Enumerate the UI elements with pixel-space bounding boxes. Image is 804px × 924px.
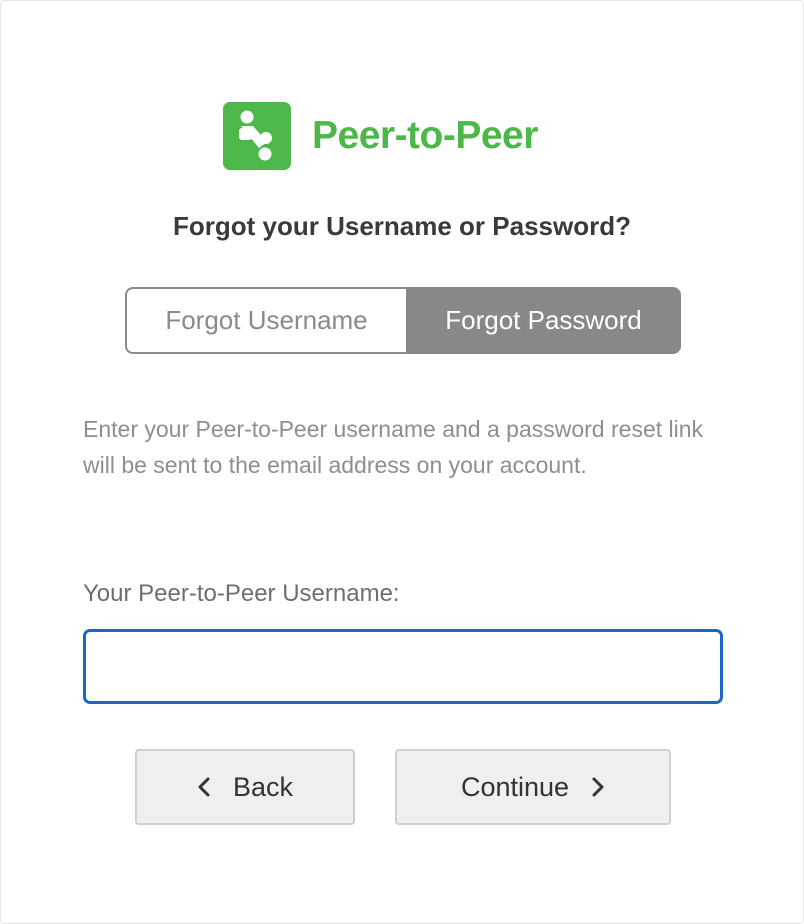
dialog-panel: Peer-to-Peer Forgot your Username or Pas… [0, 0, 804, 924]
page-title: Forgot your Username or Password? [173, 211, 631, 241]
back-button-label: Back [232, 771, 294, 802]
username-input[interactable] [83, 629, 723, 704]
instructions-text: Enter your Peer-to-Peer username and a p… [83, 416, 704, 478]
chevron-left-icon [198, 777, 210, 797]
username-field-label: Your Peer-to-Peer Username: [83, 580, 400, 607]
brand-name: Peer-to-Peer [312, 114, 538, 157]
recovery-type-toggle: Forgot Username Forgot Password [125, 287, 681, 354]
chevron-right-icon [592, 777, 604, 797]
tab-forgot-password[interactable]: Forgot Password [406, 287, 681, 354]
back-button[interactable]: Back [135, 749, 355, 825]
continue-button-label: Continue [460, 771, 570, 802]
brand-logo: Peer-to-Peer [223, 102, 538, 170]
continue-button[interactable]: Continue [395, 749, 671, 825]
tab-forgot-username[interactable]: Forgot Username [125, 287, 406, 354]
peer-to-peer-logo-icon [223, 102, 291, 170]
